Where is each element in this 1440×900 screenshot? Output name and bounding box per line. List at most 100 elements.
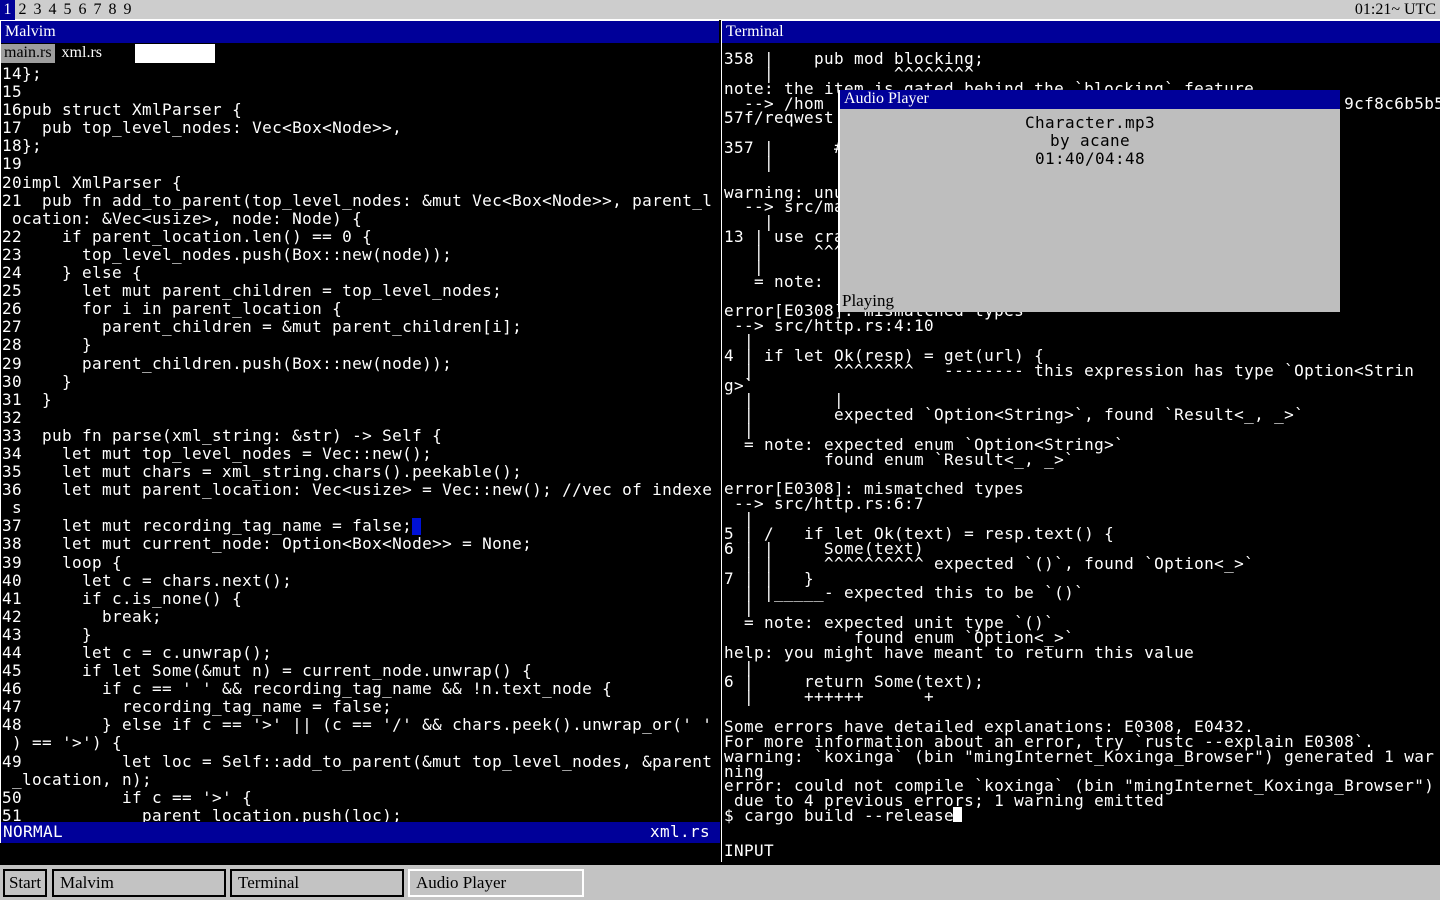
- code-line: 49 let loc = Self::add_to_parent(&mut to…: [2, 752, 718, 770]
- terminal-line: | ++++++ +: [724, 687, 1440, 702]
- terminal-line: | |_____- expected this to be `()`: [724, 583, 1440, 598]
- code-line: 22 if parent_location.len() == 0 {: [2, 227, 718, 245]
- terminal-line: For more information about an error, try…: [724, 732, 1440, 747]
- workspace-number[interactable]: 7: [90, 0, 105, 20]
- track-title: Character.mp3: [840, 114, 1340, 132]
- workspace-number[interactable]: 1: [0, 0, 15, 20]
- terminal-line: error: could not compile `koxinga` (bin …: [724, 776, 1440, 791]
- code-line: 42 break;: [2, 607, 718, 625]
- audio-player-titlebar[interactable]: Audio Player: [840, 90, 1340, 109]
- terminal-line: error[E0308]: mismatched types: [724, 479, 1440, 494]
- code-line: 15: [2, 82, 718, 100]
- code-line: 21 pub fn add_to_parent(top_level_nodes:…: [2, 191, 718, 209]
- terminal-line: 358 | pub mod blocking;: [724, 49, 1440, 64]
- editor-tab[interactable]: xml.rs: [59, 44, 105, 63]
- track-time: 01:40/04:48: [840, 150, 1340, 168]
- code-line: 41 if c.is_none() {: [2, 589, 718, 607]
- code-line: 29 parent_children.push(Box::new(node));: [2, 354, 718, 372]
- code-line: 33 pub fn parse(xml_string: &str) -> Sel…: [2, 426, 718, 444]
- terminal-line: warning: `koxinga` (bin "mingInternet_Ko…: [724, 747, 1440, 762]
- workspace-number[interactable]: 6: [75, 0, 90, 20]
- workspace-switcher: 123456789: [0, 0, 135, 20]
- code-line: 17 pub top_level_nodes: Vec<Box<Node>>,: [2, 118, 718, 136]
- terminal-titlebar[interactable]: Terminal: [722, 21, 1440, 43]
- taskbar-button[interactable]: Audio Player: [408, 869, 584, 897]
- code-line: 40 let c = chars.next();: [2, 571, 718, 589]
- code-line: 27 parent_children = &mut parent_childre…: [2, 317, 718, 335]
- code-line: 37 let mut recording_tag_name = false;: [2, 516, 718, 534]
- statusbar-filename: xml.rs: [650, 822, 710, 842]
- code-line: 32: [2, 408, 718, 426]
- code-line: 38 let mut current_node: Option<Box<Node…: [2, 534, 718, 552]
- clock: 01:21~ UTC: [1355, 0, 1436, 20]
- code-line: 23 top_level_nodes.push(Box::new(node));: [2, 245, 718, 263]
- editor-tabbar: main.rsxml.rs: [1, 44, 720, 63]
- terminal-line: | |: [724, 390, 1440, 405]
- workspace-number[interactable]: 3: [30, 0, 45, 20]
- code-line: 50 if c == '>' {: [2, 788, 718, 806]
- code-line: 24 } else {: [2, 263, 718, 281]
- terminal-line: found enum `Option<_>`: [724, 628, 1440, 643]
- code-line: 28 }: [2, 335, 718, 353]
- editor-titlebar[interactable]: Malvim: [1, 21, 719, 43]
- terminal-line: 5 | / if let Ok(text) = resp.text() {: [724, 524, 1440, 539]
- code-line: _location, n);: [2, 770, 718, 788]
- terminal-line: 4 | if let Ok(resp) = get(url) {: [724, 346, 1440, 361]
- code-line: 14};: [2, 64, 718, 82]
- code-line: 43 }: [2, 625, 718, 643]
- vim-mode-indicator: NORMAL: [3, 822, 63, 842]
- code-line: ocation: &Vec<usize>, node: Node) {: [2, 209, 718, 227]
- terminal-line: = note: expected enum `Option<String>`: [724, 435, 1440, 450]
- terminal-mode-indicator: INPUT: [724, 841, 774, 860]
- tabbar-filler: [135, 44, 215, 63]
- terminal-line: | expected `Option<String>`, found `Resu…: [724, 405, 1440, 420]
- editor-tab[interactable]: main.rs: [1, 44, 55, 63]
- taskbar-button[interactable]: Malvim: [52, 869, 226, 897]
- terminal-line: = note: expected unit type `()`: [724, 613, 1440, 628]
- track-artist: by acane: [840, 132, 1340, 150]
- code-line: 25 let mut parent_children = top_level_n…: [2, 281, 718, 299]
- code-line: 46 if c == ' ' && recording_tag_name && …: [2, 679, 718, 697]
- code-line: 30 }: [2, 372, 718, 390]
- code-line: 20impl XmlParser {: [2, 173, 718, 191]
- terminal-line: | ^^^^^^^^ -------- this expression has …: [724, 361, 1440, 376]
- terminal-line: help: you might have meant to return thi…: [724, 643, 1440, 658]
- code-line: 47 recording_tag_name = false;: [2, 697, 718, 715]
- workspace-number[interactable]: 9: [120, 0, 135, 20]
- editor-code-area[interactable]: 14};1516pub struct XmlParser {17 pub top…: [2, 64, 718, 824]
- start-button[interactable]: Start: [3, 869, 47, 897]
- taskbar-window-buttons: MalvimTerminalAudio Player: [52, 869, 584, 897]
- terminal-line: Some errors have detailed explanations: …: [724, 717, 1440, 732]
- code-line: 19: [2, 154, 718, 172]
- terminal-line: 6 | return Some(text);: [724, 672, 1440, 687]
- audio-player-body: Character.mp3 by acane 01:40/04:48 Playi…: [840, 109, 1340, 312]
- code-line: s: [2, 498, 718, 516]
- code-line: ) == '>') {: [2, 733, 718, 751]
- workspace-number[interactable]: 8: [105, 0, 120, 20]
- taskbar-button[interactable]: Terminal: [230, 869, 404, 897]
- code-line: 35 let mut chars = xml_string.chars().pe…: [2, 462, 718, 480]
- taskbar: Start MalvimTerminalAudio Player: [0, 863, 1440, 900]
- code-line: 39 loop {: [2, 553, 718, 571]
- editor-window[interactable]: Malvim main.rsxml.rs 14};1516pub struct …: [0, 20, 719, 843]
- code-line: 16pub struct XmlParser {: [2, 100, 718, 118]
- editor-cursor: [412, 518, 421, 535]
- terminal-line: --> src/http.rs:4:10: [724, 316, 1440, 331]
- code-line: 45 if let Some(&mut n) = current_node.un…: [2, 661, 718, 679]
- workspace-number[interactable]: 2: [15, 0, 30, 20]
- audio-player-window[interactable]: Audio Player Character.mp3 by acane 01:4…: [838, 90, 1340, 312]
- workspace-number[interactable]: 4: [45, 0, 60, 20]
- terminal-line: | ^^^^^^^^: [724, 64, 1440, 79]
- playback-status: Playing: [842, 291, 894, 311]
- terminal-line: --> src/http.rs:6:7: [724, 494, 1440, 509]
- code-line: 44 let c = c.unwrap();: [2, 643, 718, 661]
- top-status-bar: 123456789 01:21~ UTC: [0, 0, 1440, 20]
- workspace-number[interactable]: 5: [60, 0, 75, 20]
- code-line: 36 let mut parent_location: Vec<usize> =…: [2, 480, 718, 498]
- code-line: 31 }: [2, 390, 718, 408]
- terminal-cursor: [953, 807, 962, 822]
- terminal-line: | | ^^^^^^^^^^ expected `()`, found `Opt…: [724, 554, 1440, 569]
- code-line: 34 let mut top_level_nodes = Vec::new();: [2, 444, 718, 462]
- code-line: 48 } else if c == '>' || (c == '/' && ch…: [2, 715, 718, 733]
- code-line: 26 for i in parent_location {: [2, 299, 718, 317]
